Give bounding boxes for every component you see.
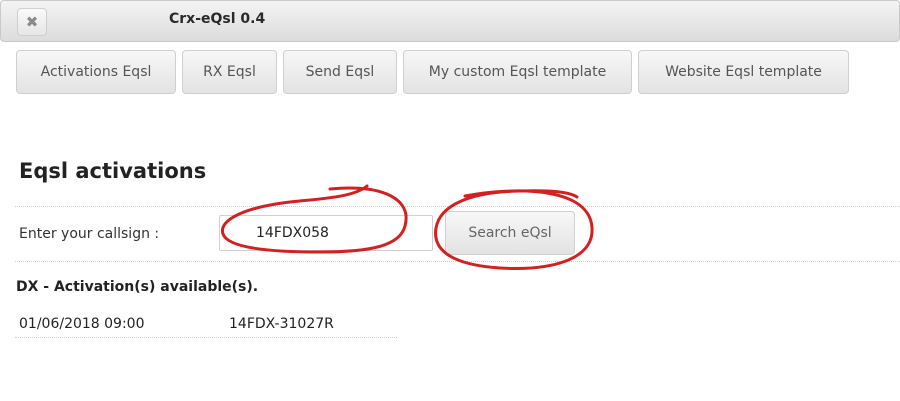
search-eqsl-button[interactable]: Search eQsl: [445, 211, 575, 255]
title-bar: ✖ Crx-eQsl 0.4: [0, 0, 900, 42]
results-title: DX - Activation(s) available(s).: [16, 279, 259, 295]
divider: [15, 261, 900, 262]
row-divider: [15, 337, 397, 338]
close-button[interactable]: ✖: [17, 8, 47, 36]
app-title: Crx-eQsl 0.4: [169, 11, 266, 27]
result-reference[interactable]: 14FDX-31027R: [229, 316, 334, 332]
tab-activations-eqsl[interactable]: Activations Eqsl: [16, 50, 176, 94]
callsign-input[interactable]: [219, 215, 433, 251]
tab-website-eqsl-template[interactable]: Website Eqsl template: [638, 50, 849, 94]
tab-send-eqsl[interactable]: Send Eqsl: [283, 50, 397, 94]
callsign-label: Enter your callsign :: [19, 226, 160, 242]
result-datetime: 01/06/2018 09:00: [19, 316, 145, 332]
divider: [15, 206, 900, 207]
close-icon: ✖: [25, 13, 39, 31]
tab-rx-eqsl[interactable]: RX Eqsl: [182, 50, 277, 94]
tab-my-custom-eqsl-template[interactable]: My custom Eqsl template: [403, 50, 632, 94]
page-title: Eqsl activations: [19, 159, 207, 183]
